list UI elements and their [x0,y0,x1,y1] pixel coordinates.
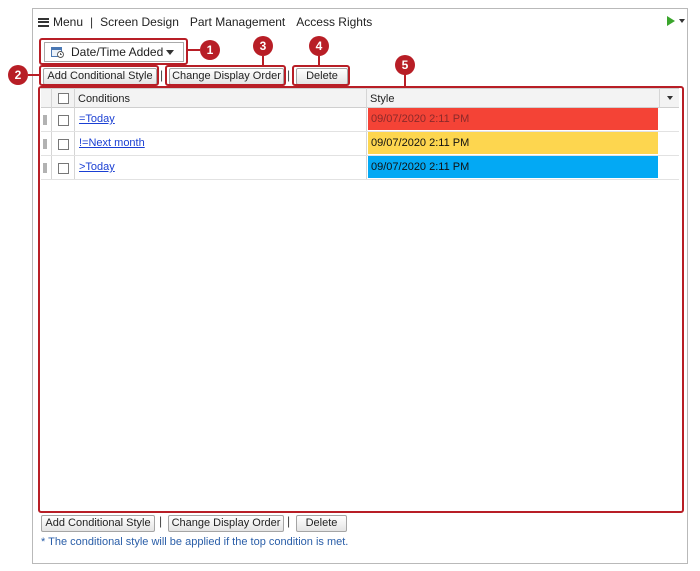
callout-number-2: 2 [8,65,28,85]
run-controls [667,16,685,26]
screen-design-link[interactable]: Screen Design [100,15,179,29]
menu-separator: | [90,15,94,29]
add-conditional-style-button-bottom[interactable]: Add Conditional Style [41,515,155,532]
callout-line [28,74,39,76]
footer-note: * The conditional style will be applied … [41,536,349,548]
callout-line [262,56,264,65]
callout-number-3: 3 [253,36,273,56]
toolbar-separator: | [160,68,164,82]
callout-box-4 [292,65,350,86]
hamburger-icon [38,17,49,27]
callout-line [404,74,406,86]
run-icon[interactable] [667,16,675,26]
callout-box-2 [39,65,159,86]
callout-line [318,56,320,65]
toolbar-separator: | [287,514,291,528]
callout-number-5: 5 [395,55,415,75]
callout-line [188,49,200,51]
callout-box-1 [39,38,188,65]
access-rights-link[interactable]: Access Rights [296,15,372,29]
toolbar-separator: | [159,514,163,528]
delete-button-bottom[interactable]: Delete [296,515,347,532]
callout-box-5 [38,86,684,513]
run-dropdown-icon[interactable] [679,19,685,23]
top-menu-bar: Menu | Screen Design Part Management Acc… [38,14,372,30]
toolbar-separator: | [287,68,291,82]
menu-link[interactable]: Menu [53,15,83,29]
callout-number-1: 1 [200,40,220,60]
callout-box-3 [165,65,286,86]
callout-number-4: 4 [309,36,329,56]
part-management-link[interactable]: Part Management [190,15,285,29]
change-display-order-button-bottom[interactable]: Change Display Order [168,515,284,532]
